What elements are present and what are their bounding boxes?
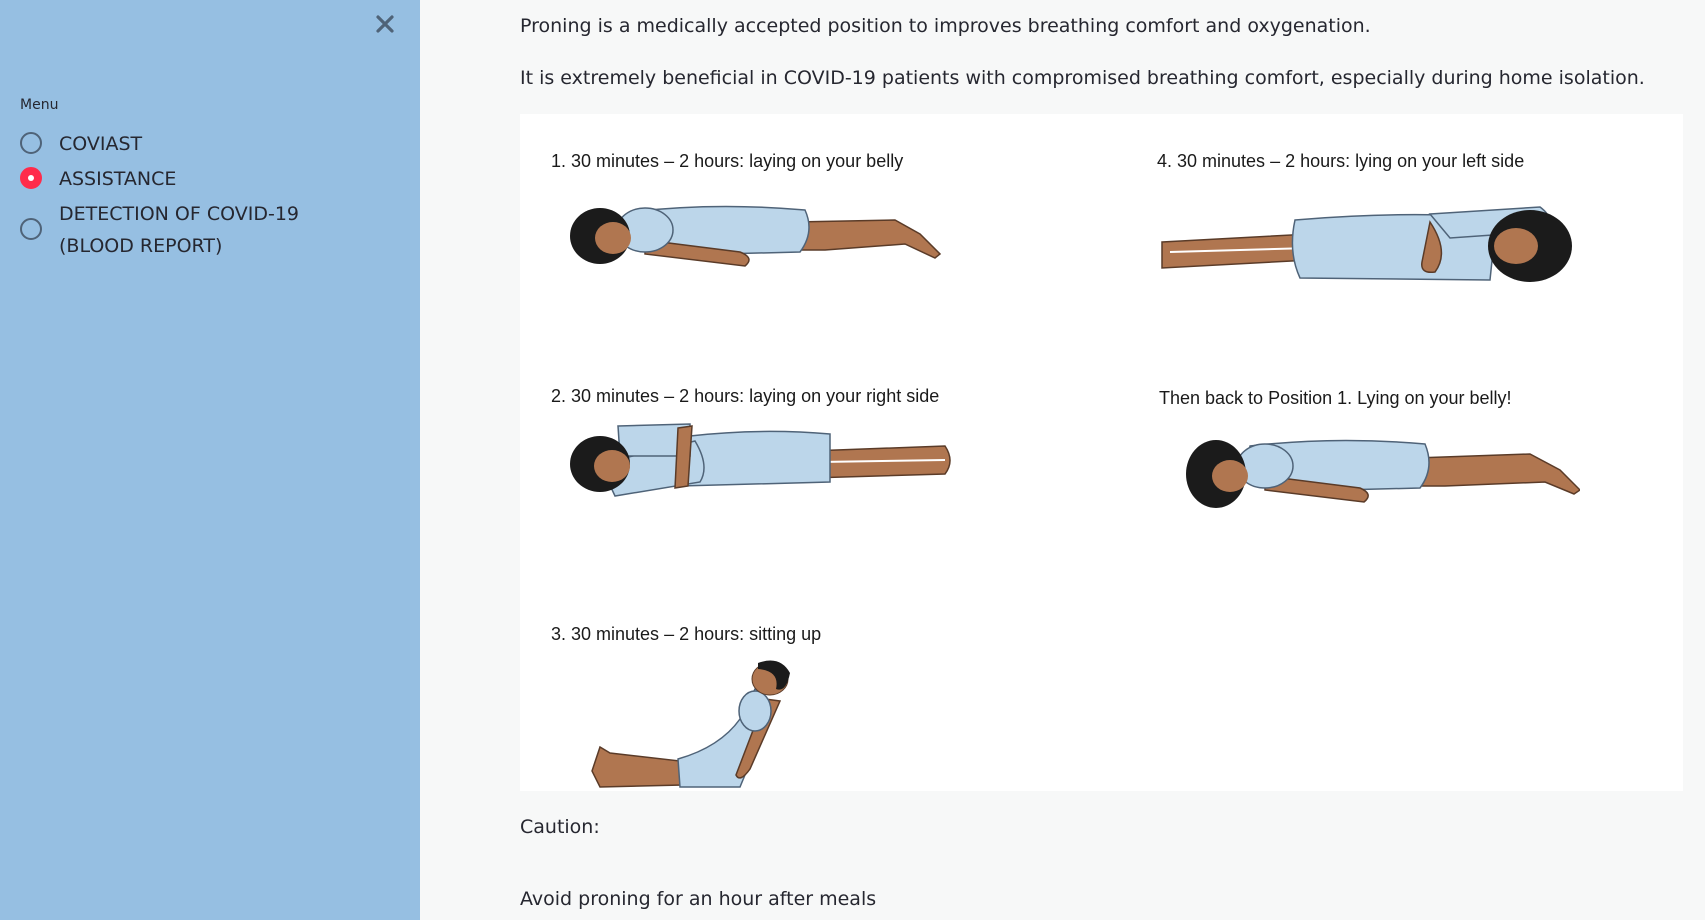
intro-text: Proning is a medically accepted position…: [520, 15, 1371, 37]
sidebar: Menu COVIAST ASSISTANCE DETECTION OF COV…: [0, 0, 420, 920]
position-4-caption: 4. 30 minutes – 2 hours: lying on your l…: [1157, 151, 1525, 171]
position-1-caption: 1. 30 minutes – 2 hours: laying on your …: [551, 151, 904, 171]
caution-label: Caution:: [520, 816, 600, 838]
person-back-on-belly-illustration: [1186, 439, 1580, 508]
menu-radio-group: COVIAST ASSISTANCE DETECTION OF COVID-19…: [20, 128, 410, 265]
position-3-caption: 3. 30 minutes – 2 hours: sitting up: [551, 624, 822, 644]
menu-option-label: DETECTION OF COVID-19 (BLOOD REPORT): [59, 203, 300, 257]
close-sidebar-button[interactable]: [371, 10, 399, 38]
position-5-caption: Then back to Position 1. Lying on your b…: [1159, 388, 1512, 408]
person-on-belly-illustration: [570, 205, 942, 267]
person-left-side-illustration: [1161, 206, 1572, 282]
radio-button-selected[interactable]: [20, 167, 42, 189]
menu-option-detection[interactable]: DETECTION OF COVID-19 (BLOOD REPORT): [20, 198, 410, 262]
menu-label: Menu: [20, 97, 59, 113]
proning-positions-image: 1. 30 minutes – 2 hours: laying on your …: [520, 114, 1683, 791]
radio-button[interactable]: [20, 132, 42, 154]
close-icon: [376, 15, 394, 33]
menu-option-coviast[interactable]: COVIAST: [20, 128, 410, 160]
caution-item: Avoid proning for an hour after meals: [520, 888, 877, 910]
menu-option-label: ASSISTANCE: [59, 168, 177, 190]
menu-option-label: COVIAST: [59, 133, 143, 155]
person-right-side-illustration: [570, 423, 951, 497]
radio-button[interactable]: [20, 218, 42, 240]
position-2-caption: 2. 30 minutes – 2 hours: laying on your …: [551, 386, 940, 406]
menu-option-assistance[interactable]: ASSISTANCE: [20, 163, 410, 195]
person-sitting-up-illustration: [591, 660, 790, 788]
benefit-text: It is extremely beneficial in COVID-19 p…: [520, 67, 1645, 89]
